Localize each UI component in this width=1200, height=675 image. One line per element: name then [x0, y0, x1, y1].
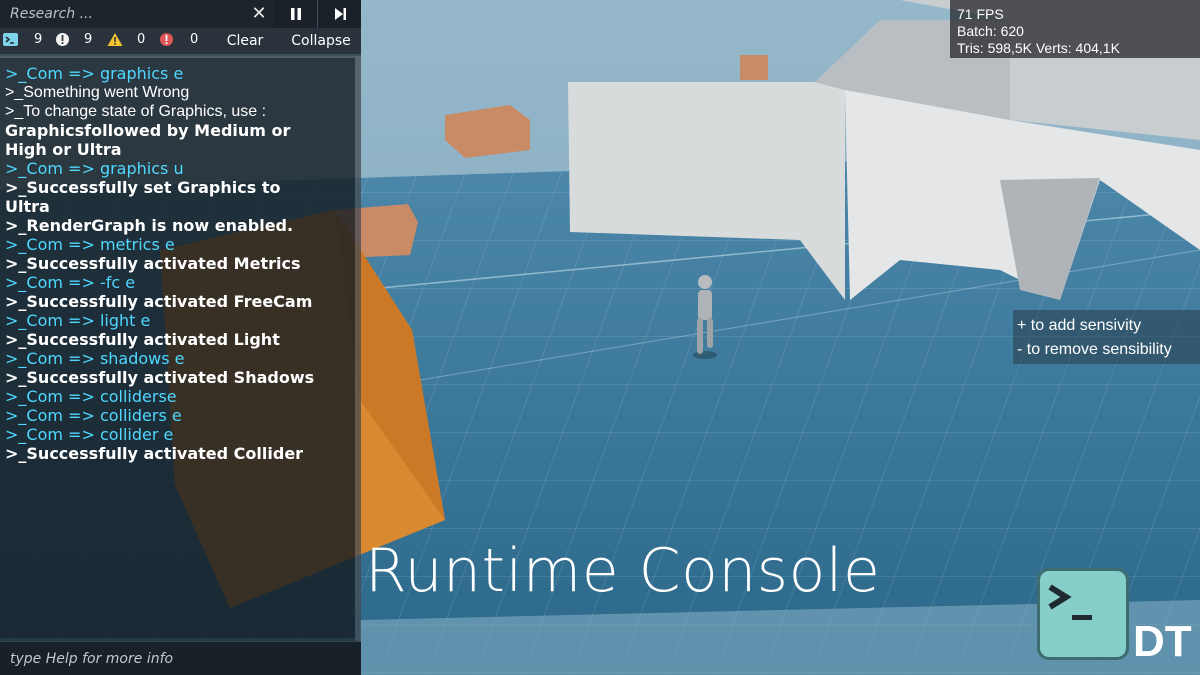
console-toolbar: Research ... ✕: [0, 0, 361, 28]
warning-count: 0: [137, 32, 146, 47]
sensitivity-remove-text: - to remove sensibility: [1017, 341, 1172, 358]
command-input[interactable]: type Help for more info: [0, 641, 361, 675]
error-icon: [160, 33, 173, 46]
pause-button[interactable]: [274, 0, 317, 28]
log-line: >_Com => graphics u: [5, 159, 184, 178]
info-icon: [56, 33, 69, 46]
overlay-title: Runtime Console: [365, 536, 881, 606]
log-line: >_Com => light e: [5, 311, 151, 330]
log-line: >_Com => graphics e: [5, 64, 184, 83]
runtime-console-panel: Research ... ✕ 9 9 0 0 Clear Collapse >_…: [0, 0, 361, 675]
step-forward-icon: [334, 8, 346, 20]
brand-logo: [1037, 568, 1129, 660]
clear-button[interactable]: Clear: [210, 28, 280, 54]
console-log: >_Com => graphics e >_Something went Wro…: [0, 56, 355, 638]
log-line: >_Successfully activated Metrics: [5, 254, 301, 273]
sensitivity-add-text: + to add sensivity: [1017, 317, 1142, 334]
log-line: >_Successfully activated FreeCam: [5, 292, 313, 311]
error-count: 0: [190, 32, 199, 47]
log-line: Graphicsfollowed by Medium or: [5, 121, 291, 140]
log-line: >_Com => colliders e: [5, 406, 182, 425]
search-input[interactable]: Research ...: [0, 0, 274, 28]
filter-error[interactable]: 0: [159, 32, 198, 47]
filter-info[interactable]: 9: [55, 32, 92, 47]
log-line: >_Com => shadows e: [5, 349, 185, 368]
batch-readout: Batch: 620: [957, 23, 1024, 39]
log-line: >_Com => collider e: [5, 425, 174, 444]
filter-terminal[interactable]: 9: [3, 32, 42, 47]
logo-text: DT: [1133, 617, 1192, 666]
log-line: High or Ultra: [5, 140, 122, 159]
log-line: >_Com => -fc e: [5, 273, 136, 292]
metrics-overlay: 71 FPS Batch: 620 Tris: 598,5K Verts: 40…: [950, 0, 1200, 58]
log-filter-bar: 9 9 0 0 Clear Collapse: [0, 28, 361, 54]
fps-readout: 71 FPS: [957, 6, 1004, 22]
log-line: >_To change state of Graphics, use :: [5, 103, 267, 120]
log-line: >_Com => colliderse: [5, 387, 177, 406]
sensitivity-hint: + to add sensivity - to remove sensibili…: [1013, 310, 1200, 364]
log-line: >_Successfully activated Light: [5, 330, 280, 349]
log-line: >_RenderGraph is now enabled.: [5, 216, 294, 235]
log-line: Ultra: [5, 197, 50, 216]
info-count: 9: [84, 32, 93, 47]
log-scrollbar[interactable]: [355, 56, 361, 641]
terminal-icon: [3, 33, 18, 46]
terminal-count: 9: [34, 32, 43, 47]
tris-verts-readout: Tris: 598,5K Verts: 404,1K: [957, 40, 1120, 56]
close-icon[interactable]: ✕: [250, 3, 268, 25]
log-line: >_Successfully activated Shadows: [5, 368, 315, 387]
step-forward-button[interactable]: [318, 0, 361, 28]
log-line: >_Com => metrics e: [5, 235, 175, 254]
warning-icon: [107, 33, 123, 46]
collapse-button[interactable]: Collapse: [282, 28, 360, 54]
log-line: >_Successfully set Graphics to: [5, 178, 281, 197]
pause-icon: [290, 8, 301, 20]
filter-warning[interactable]: 0: [107, 32, 145, 47]
log-line: >_Successfully activated Collider: [5, 444, 304, 463]
terminal-prompt-icon: [1048, 584, 1092, 620]
log-line: >_Something went Wrong: [5, 84, 190, 101]
